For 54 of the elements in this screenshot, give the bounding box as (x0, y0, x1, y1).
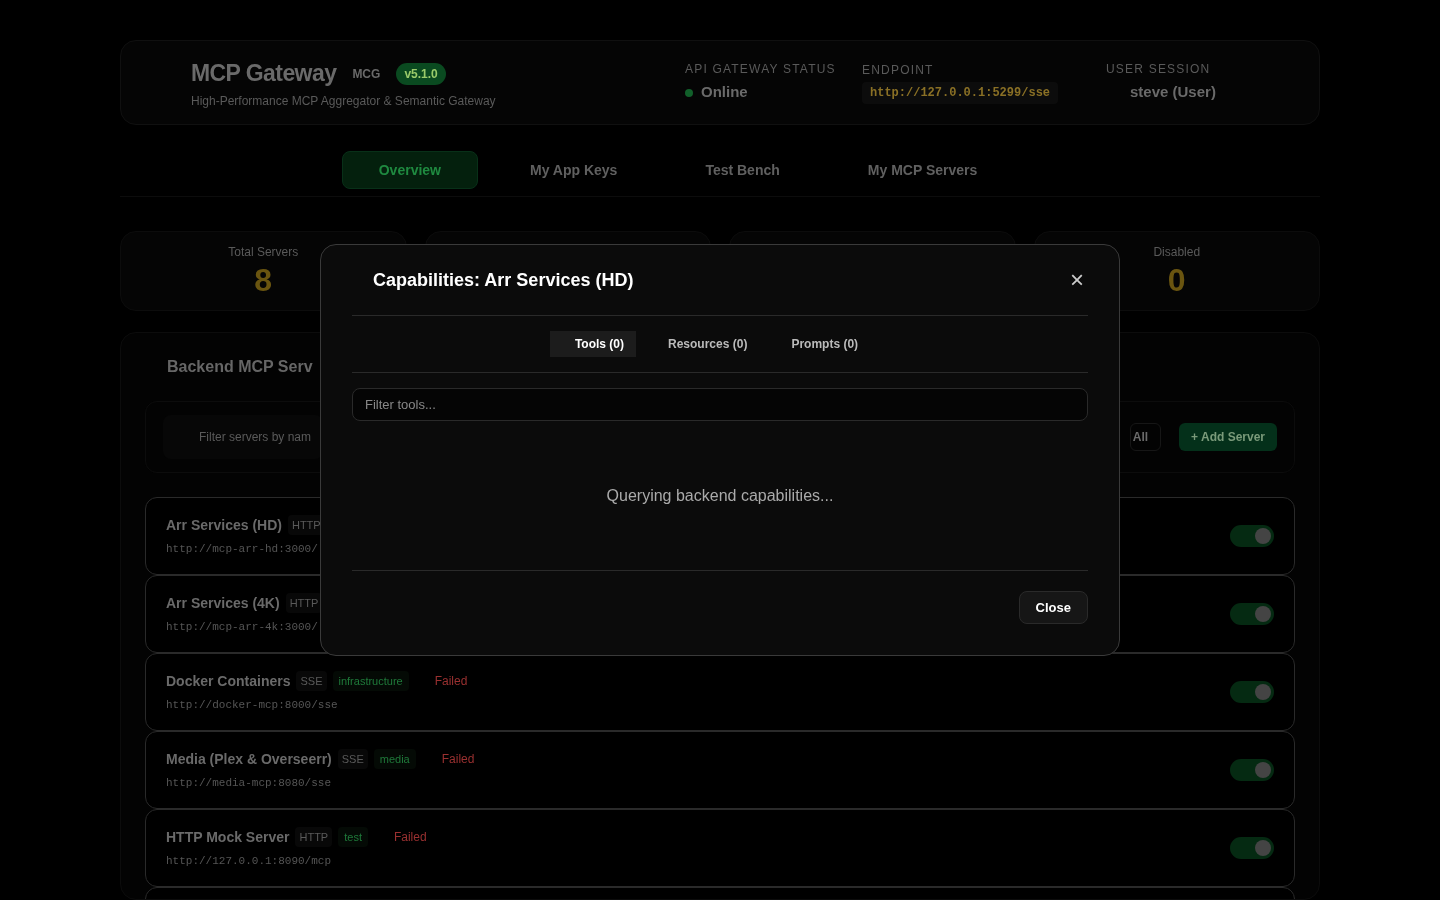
modal-tab[interactable]: Tools (0) (549, 331, 636, 357)
protocol-tag: HTTP (285, 592, 323, 613)
server-url: http://docker-mcp:8000/sse (166, 698, 339, 713)
server-filter-field[interactable]: Filter servers by nam (163, 415, 323, 459)
panel-title: Backend MCP Serv (166, 357, 313, 377)
status-label: API GATEWAY STATUS (685, 61, 837, 78)
server-name: Docker Containers (166, 671, 291, 691)
server-url: http://mcp-arr-hd:3000/ (166, 542, 319, 557)
close-button[interactable]: Close (1018, 591, 1088, 624)
version-badge: v5.1.0 (396, 62, 446, 85)
session-label: USER SESSION (1106, 61, 1212, 78)
stat-value: 8 (254, 261, 273, 300)
status-text: Failed (441, 750, 475, 767)
stat-label: Total Servers (228, 244, 299, 260)
modal-tab[interactable]: Resources (0) (656, 331, 760, 357)
status-text: Failed (434, 672, 468, 689)
server-url: http://127.0.0.1:8090/mcp (166, 854, 333, 869)
loading-message: Querying backend capabilities... (606, 485, 834, 506)
server-name: Arr Services (HD) (166, 515, 282, 535)
server-name: Media (Plex & Overseerr) (166, 749, 332, 769)
category-tag: test (338, 826, 368, 847)
nav-tab[interactable]: Test Bench (669, 151, 816, 189)
stat-label: Disabled (1153, 244, 1201, 260)
category-tag: infrastructure (332, 670, 409, 691)
category-tag: media (373, 748, 416, 769)
modal-title: Capabilities: Arr Services (HD) (373, 269, 634, 292)
status-text: Failed (393, 828, 427, 845)
server-name: HTTP Mock Server (166, 827, 290, 847)
toggle-switch[interactable] (1230, 603, 1274, 625)
status-value: Online (701, 82, 748, 103)
server-url: http://media-mcp:8080/sse (166, 776, 333, 791)
protocol-tag: SSE (296, 670, 327, 691)
endpoint-label: ENDPOINT (862, 61, 935, 78)
nav-tab[interactable]: My MCP Servers (831, 151, 1014, 189)
nav-tab[interactable]: My App Keys (494, 151, 654, 189)
toggle-switch[interactable] (1230, 681, 1274, 703)
add-server-button[interactable]: + Add Server (1179, 423, 1277, 451)
app-subtitle: High-Performance MCP Aggregator & Semantic Gateway (191, 92, 497, 109)
server-url: http://mcp-arr-4k:3000/ (166, 620, 319, 635)
tool-filter-field[interactable]: Filter tools... (352, 388, 1088, 421)
toggle-switch[interactable] (1230, 525, 1274, 547)
server-name: Arr Services (4K) (166, 593, 280, 613)
nav-tab[interactable]: Overview (341, 151, 478, 189)
toggle-switch[interactable] (1230, 837, 1274, 859)
toggle-switch[interactable] (1230, 759, 1274, 781)
protocol-tag: HTTP (295, 826, 333, 847)
app-title: MCP Gateway (191, 59, 337, 89)
app-code: MCG (352, 65, 381, 82)
endpoint-url: http://127.0.0.1:5299/sse (862, 81, 1059, 104)
filter-button[interactable]: All (1129, 423, 1162, 451)
protocol-tag: SSE (337, 748, 368, 769)
stat-value: 0 (1167, 261, 1186, 300)
modal-tab[interactable]: Prompts (0) (779, 331, 871, 357)
session-user: steve (User) (1129, 82, 1216, 103)
